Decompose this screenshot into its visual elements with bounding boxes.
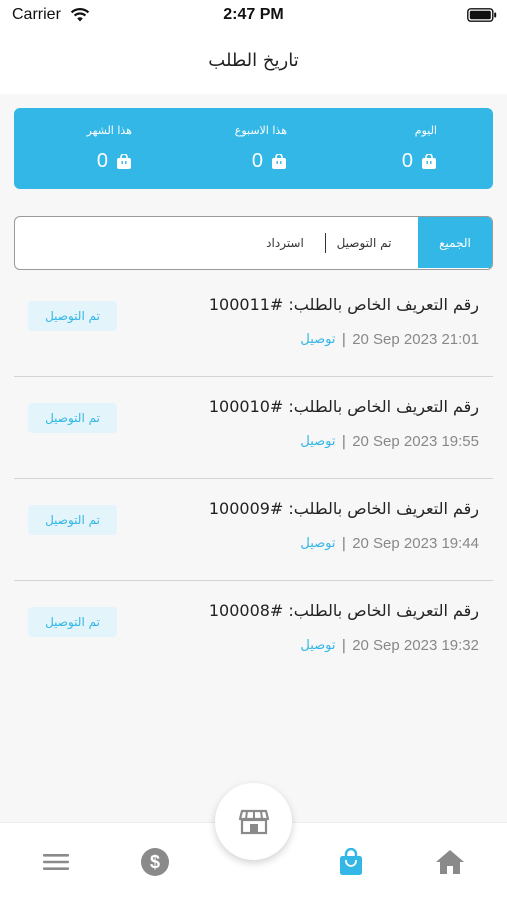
bag-icon [272,153,286,169]
order-type: توصيل [300,434,336,449]
stat-week: هذا الاسبوع 0 [167,108,287,189]
order-type: توصيل [300,536,336,551]
page-title: تاريخ الطلب [208,50,299,71]
shopping-bag-icon [340,848,362,875]
tab-delivered[interactable]: تم التوصيل [324,217,404,268]
battery-icon [467,8,497,22]
order-title: رقم التعريف الخاص بالطلب: #100009 [208,499,479,518]
header: تاريخ الطلب [0,32,507,94]
tab-divider [325,233,326,253]
order-row[interactable]: رقم التعريف الخاص بالطلب: #100010 20 Sep… [14,377,493,479]
stat-today: اليوم 0 [317,108,437,189]
order-type: توصيل [300,638,336,653]
order-date: 20 Sep 2023 19:55 [352,433,479,450]
stat-month-value: 0 [96,150,108,172]
order-row[interactable]: رقم التعريف الخاص بالطلب: #100011 20 Sep… [14,275,493,377]
stat-today-label: اليوم [414,124,437,137]
stat-today-value: 0 [401,150,413,172]
stats-card: اليوم 0 هذا الاسبوع 0 هذا الشهر 0 [14,108,493,189]
home-icon [436,850,464,874]
status-bar: Carrier 2:47 PM [0,0,507,32]
separator: | [341,535,347,552]
nav-orders[interactable] [333,847,369,877]
order-row[interactable]: رقم التعريف الخاص بالطلب: #100009 20 Sep… [14,479,493,581]
bag-icon [422,153,436,169]
nav-earnings[interactable]: $ [137,847,173,877]
stat-week-label: هذا الاسبوع [234,124,287,137]
filter-tabs: الجميع تم التوصيل استرداد [14,216,493,270]
status-time: 2:47 PM [223,6,284,23]
order-row[interactable]: رقم التعريف الخاص بالطلب: #100008 20 Sep… [14,581,493,683]
status-badge: تم التوصيل [28,403,117,433]
tab-refund[interactable]: استرداد [250,217,320,268]
stat-week-value: 0 [251,150,263,172]
order-title: رقم التعريف الخاص بالطلب: #100010 [208,397,479,416]
menu-icon [43,854,69,870]
order-date: 20 Sep 2023 21:01 [352,331,479,348]
order-type: توصيل [300,332,336,347]
order-date: 20 Sep 2023 19:44 [352,535,479,552]
status-badge: تم التوصيل [28,301,117,331]
nav-menu[interactable] [38,847,74,877]
store-button[interactable] [215,783,292,860]
separator: | [341,433,347,450]
svg-text:$: $ [150,852,160,872]
tab-all[interactable]: الجميع [418,217,492,268]
bag-icon [117,153,131,169]
stat-month: هذا الشهر 0 [12,108,133,189]
dollar-icon: $ [141,848,169,876]
order-date: 20 Sep 2023 19:32 [352,637,479,654]
nav-home[interactable] [432,847,468,877]
order-title: رقم التعريف الخاص بالطلب: #100008 [208,601,479,620]
stat-month-label: هذا الشهر [86,124,133,137]
separator: | [341,331,347,348]
order-title: رقم التعريف الخاص بالطلب: #100011 [208,295,479,314]
separator: | [341,637,347,654]
status-badge: تم التوصيل [28,607,117,637]
store-icon [238,809,269,834]
status-badge: تم التوصيل [28,505,117,535]
